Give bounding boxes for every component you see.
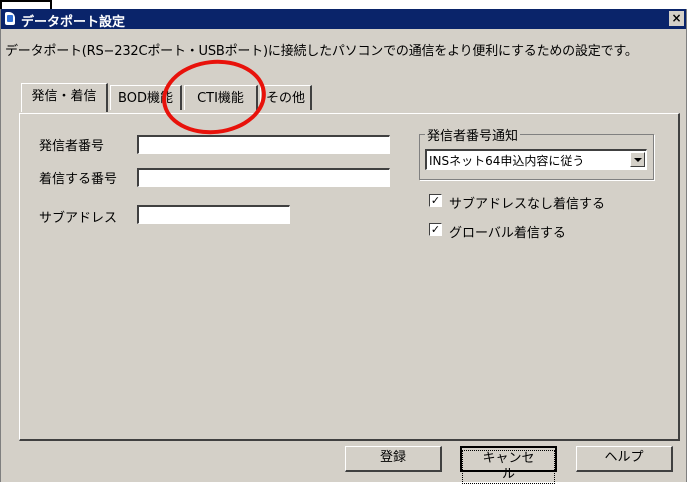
app-icon <box>5 12 15 25</box>
help-button[interactable]: ヘルプ <box>576 446 673 472</box>
subaddress-input[interactable] <box>137 205 290 224</box>
tab-outgoing-incoming[interactable]: 発信・着信 <box>21 83 108 112</box>
check-icon[interactable]: ✓ <box>429 194 442 207</box>
no-subaddress-incoming-label: サブアドレスなし着信する <box>449 197 606 212</box>
check-icon[interactable]: ✓ <box>429 223 442 236</box>
close-button[interactable]: × <box>669 11 684 26</box>
cancel-button[interactable]: キャンセル <box>460 446 557 484</box>
title-bar[interactable]: データポート設定 × <box>1 9 686 30</box>
chevron-down-icon[interactable] <box>630 152 645 167</box>
incoming-number-input[interactable] <box>137 168 390 187</box>
caller-id-notify-value: INSネット64申込内容に従う <box>429 154 585 168</box>
description-text: データポート(RS−232Cポート・USBポート)に接続したパソコンでの通信をよ… <box>5 44 638 59</box>
cancel-button-label: キャンセル <box>462 450 555 484</box>
caller-number-input[interactable] <box>137 135 390 154</box>
dialog-window: データポート設定 × データポート(RS−232Cポート・USBポート)に接続し… <box>0 9 687 484</box>
register-button[interactable]: 登録 <box>345 446 442 472</box>
tab-other[interactable]: その他 <box>260 85 312 110</box>
caller-id-notify-select[interactable]: INSネット64申込内容に従う <box>425 149 647 170</box>
caller-id-notify-group: 発信者番号通知 INSネット64申込内容に従う <box>419 125 654 180</box>
incoming-number-label: 着信する番号 <box>39 172 118 187</box>
window-title: データポート設定 <box>21 15 126 30</box>
subaddress-label: サブアドレス <box>39 211 118 226</box>
global-incoming-label: グローバル着信する <box>449 226 566 241</box>
tab-panel: 発信者番号 着信する番号 サブアドレス 発信者番号通知 INSネット64申込内容… <box>19 113 680 441</box>
caller-number-label: 発信者番号 <box>39 139 105 154</box>
caller-id-notify-title: 発信者番号通知 <box>425 125 521 144</box>
